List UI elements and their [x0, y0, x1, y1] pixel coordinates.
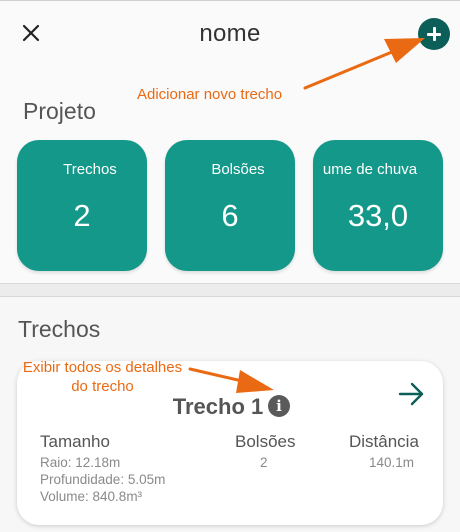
add-trecho-button[interactable] [418, 18, 450, 50]
trecho-title: Trecho 1 [172, 394, 264, 419]
annotation-details-line1: Exibir todos os detalhes [22, 359, 183, 376]
stat-card-chuva[interactable]: ume de chuva 33,0 [313, 140, 443, 271]
annotation-add-trecho: Adicionar novo trecho [137, 86, 283, 103]
projeto-heading: Projeto [23, 98, 96, 124]
bolsoes-label: Bolsões [235, 432, 296, 451]
raio-value: Raio: 12.18m [40, 455, 121, 470]
arrow-right-icon [398, 382, 424, 406]
info-icon[interactable]: i [268, 395, 290, 417]
tamanho-label: Tamanho [40, 432, 110, 451]
stat-card-bolsoes[interactable]: Bolsões 6 [165, 140, 295, 271]
page-title: nome [199, 20, 261, 47]
distancia-value: 140.1m [369, 455, 415, 470]
stat-label: ume de chuva [322, 161, 418, 178]
stat-label: Bolsões [211, 161, 265, 178]
open-trecho-button[interactable] [397, 380, 427, 408]
distancia-label: Distância [349, 432, 419, 451]
stat-value: 33,0 [347, 198, 409, 233]
stat-label: Trechos [63, 161, 117, 178]
bolsoes-value: 2 [260, 455, 268, 470]
section-divider [0, 283, 460, 297]
annotation-details: Exibir todos os detalhes do trecho [10, 358, 195, 396]
stat-value: 6 [221, 198, 239, 233]
annotation-details-line2: do trecho [71, 378, 134, 395]
stat-card-trechos[interactable]: Trechos 2 [17, 140, 147, 271]
volume-value: Volume: 840.8m³ [40, 489, 143, 504]
trechos-heading: Trechos [18, 316, 101, 342]
profundidade-value: Profundidade: 5.05m [40, 472, 166, 487]
stat-value: 2 [73, 198, 91, 233]
